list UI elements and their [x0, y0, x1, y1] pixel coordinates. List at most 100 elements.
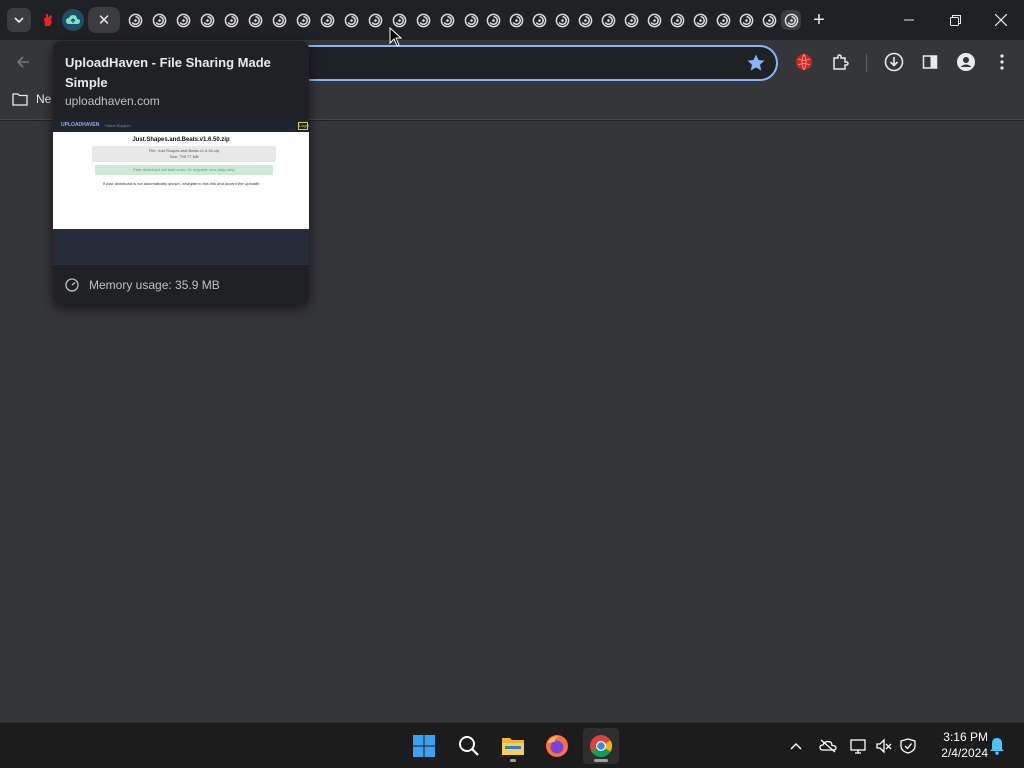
- swirl-icon: [152, 13, 166, 27]
- tab-favicon-swirl[interactable]: [621, 10, 641, 30]
- download-icon: [884, 52, 904, 72]
- tray-overflow-button[interactable]: [786, 736, 806, 756]
- swirl-icon: [578, 13, 592, 27]
- swirl-icon: [739, 13, 753, 27]
- tab-favicon-swirl[interactable]: [529, 10, 549, 30]
- network-icon: [850, 739, 866, 754]
- bookmark-star-button[interactable]: [746, 53, 766, 78]
- swirl-icon: [486, 13, 500, 27]
- swirl-icon: [128, 13, 142, 27]
- minimize-button[interactable]: [886, 0, 932, 40]
- firefox-button[interactable]: [539, 728, 575, 764]
- hover-card-preview: UPLOADHAVEN Home Support Login Just.Shap…: [53, 120, 309, 264]
- bookmark-folder[interactable]: Ne: [12, 92, 51, 106]
- preview-site-header: UPLOADHAVEN Home Support Login: [53, 120, 309, 132]
- taskbar-search-button[interactable]: [451, 728, 487, 764]
- security-tray[interactable]: [898, 736, 918, 756]
- profile-button[interactable]: [954, 50, 978, 74]
- extension-red-button[interactable]: [792, 50, 816, 74]
- tab-search-button[interactable]: [7, 8, 31, 32]
- tab-favicon-swirl[interactable]: [413, 10, 433, 30]
- start-button[interactable]: [406, 728, 442, 764]
- swirl-icon: [464, 13, 478, 27]
- swirl-icon: [532, 13, 546, 27]
- tab-favicon-uploadhaven[interactable]: [62, 9, 84, 31]
- tab-favicon-swirl[interactable]: [125, 10, 145, 30]
- chrome-icon: [590, 735, 612, 757]
- restore-button[interactable]: [932, 0, 978, 40]
- swirl-icon: [344, 13, 358, 27]
- tab-favicon-swirl[interactable]: [781, 10, 801, 30]
- tab-favicon-swirl[interactable]: [575, 10, 595, 30]
- preview-login: Login: [298, 122, 309, 130]
- chevron-down-icon: [14, 17, 24, 24]
- swirl-icon: [368, 13, 382, 27]
- active-indicator: [594, 759, 608, 762]
- tab-favicon-swirl[interactable]: [149, 10, 169, 30]
- close-window-button[interactable]: [978, 0, 1024, 40]
- taskbar-clock[interactable]: 3:16 PM 2/4/2024: [924, 729, 988, 761]
- swirl-icon: [647, 13, 661, 27]
- firefox-icon: [546, 735, 568, 757]
- tab-hover-card: UploadHaven - File Sharing Made Simple u…: [53, 41, 309, 304]
- tab-favicon-swirl[interactable]: [317, 10, 337, 30]
- chrome-button[interactable]: [583, 728, 619, 764]
- tab-favicon-swirl[interactable]: [221, 10, 241, 30]
- tab-favicon-red[interactable]: [38, 10, 58, 30]
- preview-download-notice: Free download will start soon. Or upgrad…: [95, 165, 273, 175]
- active-tab-close-button[interactable]: ✕: [88, 7, 120, 33]
- puzzle-icon: [833, 54, 849, 70]
- windows-logo-icon: [413, 735, 435, 757]
- folder-icon: [12, 93, 28, 106]
- swirl-icon: [784, 13, 798, 27]
- tab-favicon-swirl[interactable]: [644, 10, 664, 30]
- tab-favicon-swirl[interactable]: [506, 10, 526, 30]
- tab-favicon-swirl[interactable]: [483, 10, 503, 30]
- tab-favicon-swirl[interactable]: [197, 10, 217, 30]
- toolbar-separator: [866, 54, 867, 72]
- preview-logo: UPLOADHAVEN: [61, 122, 100, 128]
- red-globe-extension-icon: [796, 53, 812, 71]
- hover-card-title: UploadHaven - File Sharing Made Simple: [65, 55, 271, 90]
- notifications-button[interactable]: [987, 736, 1007, 756]
- tab-favicon-swirl[interactable]: [293, 10, 313, 30]
- preview-size-line: Size: 795.77 MB: [169, 154, 199, 159]
- red-hand-icon: [44, 14, 52, 26]
- tab-favicon-swirl[interactable]: [365, 10, 385, 30]
- running-indicator: [510, 759, 516, 762]
- volume-tray[interactable]: [874, 736, 894, 756]
- side-panel-button[interactable]: [918, 50, 942, 74]
- swirl-icon: [670, 13, 684, 27]
- tab-favicon-swirl[interactable]: [552, 10, 572, 30]
- tab-favicon-swirl[interactable]: [269, 10, 289, 30]
- new-tab-button[interactable]: +: [808, 9, 830, 31]
- tab-favicon-swirl[interactable]: [667, 10, 687, 30]
- back-button[interactable]: [9, 48, 37, 76]
- shield-warning-icon: [900, 738, 916, 754]
- tab-strip: ✕ +: [0, 0, 1024, 40]
- onedrive-tray[interactable]: [818, 736, 838, 756]
- tab-favicon-swirl[interactable]: [690, 10, 710, 30]
- side-panel-icon: [922, 55, 938, 69]
- tab-favicon-swirl[interactable]: [736, 10, 756, 30]
- menu-button[interactable]: [990, 50, 1014, 74]
- tab-favicon-swirl[interactable]: [437, 10, 457, 30]
- tab-favicon-swirl[interactable]: [598, 10, 618, 30]
- back-arrow-icon: [16, 56, 29, 68]
- tab-favicon-swirl[interactable]: [173, 10, 193, 30]
- tab-favicon-swirl[interactable]: [461, 10, 481, 30]
- downloads-button[interactable]: [882, 50, 906, 74]
- tab-favicon-swirl[interactable]: [341, 10, 361, 30]
- tab-favicon-swirl[interactable]: [713, 10, 733, 30]
- preview-nav: Home Support: [105, 123, 131, 128]
- tab-favicon-swirl[interactable]: [245, 10, 265, 30]
- tab-favicon-swirl[interactable]: [759, 10, 779, 30]
- extensions-button[interactable]: [828, 50, 852, 74]
- chevron-up-icon: [790, 742, 802, 750]
- swirl-icon: [509, 13, 523, 27]
- swirl-icon: [416, 13, 430, 27]
- taskbar: 3:16 PM 2/4/2024: [0, 722, 1024, 768]
- profile-icon: [957, 53, 975, 71]
- file-explorer-button[interactable]: [495, 728, 531, 764]
- network-tray[interactable]: [849, 736, 869, 756]
